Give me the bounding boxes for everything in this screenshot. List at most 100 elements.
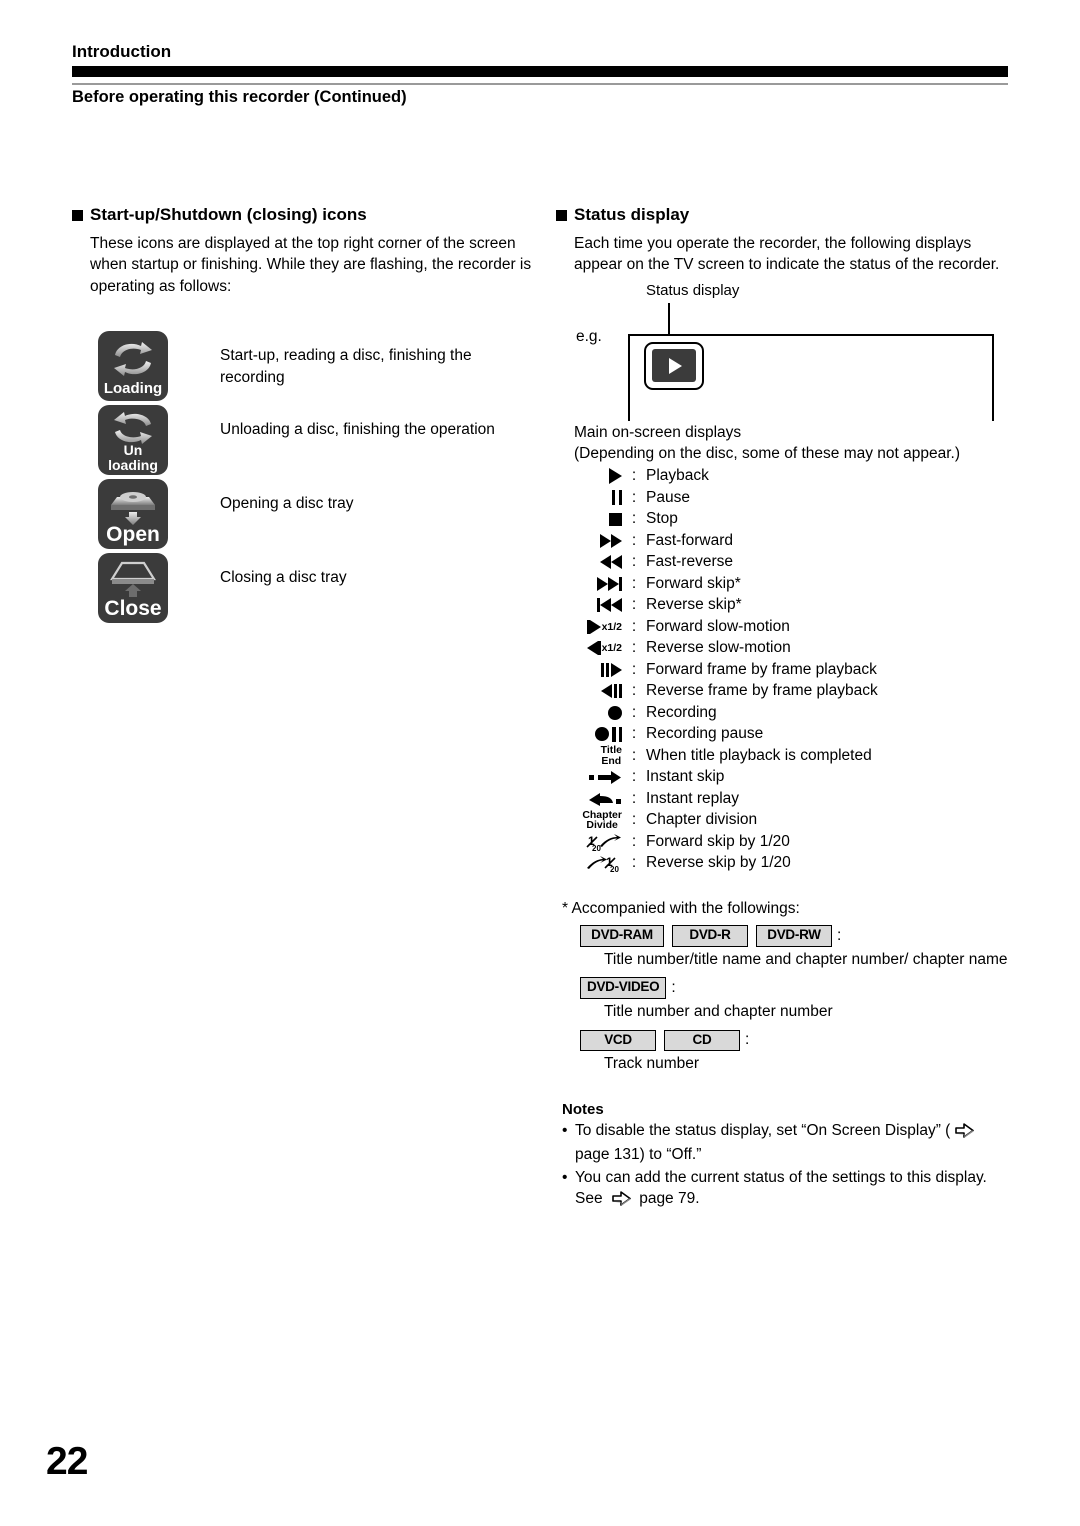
symbol-label: Reverse slow-motion — [646, 639, 791, 657]
note-text: To disable the status display, set “On S… — [575, 1120, 1008, 1166]
colon: : — [631, 682, 637, 700]
note-text-before: To disable the status display, set “On S… — [575, 1121, 951, 1139]
disc-badge-description: Track number — [604, 1055, 700, 1073]
forward-skip-twentieth-icon: 1 20 — [556, 831, 628, 853]
record-pause-icon — [556, 724, 628, 746]
list-item: : Forward skip* — [556, 573, 1008, 595]
list-item: Chapter Divide : Chapter division — [556, 810, 1008, 832]
icon-cell: Loading — [98, 331, 172, 402]
disc-badge-row: DVD-RAM DVD-R DVD-RW : — [556, 925, 1008, 947]
symbol-label: Fast-forward — [646, 531, 733, 549]
bullet-square-icon — [556, 209, 567, 221]
disc-badge-dvd-video: DVD-VIDEO — [580, 977, 667, 1000]
note-item: • To disable the status display, set “On… — [562, 1120, 1008, 1166]
unloading-arrows-icon: Un loading — [98, 405, 168, 476]
colon: : — [631, 596, 637, 614]
fast-forward-icon — [556, 530, 628, 552]
instant-replay-icon — [556, 788, 628, 810]
colon: : — [631, 531, 637, 549]
colon: : — [631, 789, 637, 807]
list-intro-line2: (Depending on the disc, some of these ma… — [574, 445, 961, 463]
header-black-bar — [72, 66, 1008, 77]
list-item: x1/2 : Reverse slow-motion — [556, 638, 1008, 660]
colon: : — [631, 854, 637, 872]
left-intro-text: These icons are displayed at the top rig… — [90, 235, 532, 295]
icon-description: Opening a disc tray — [220, 495, 354, 513]
disc-badge-dvd-rw: DVD-RW — [756, 925, 832, 947]
icon-label-line1: Un — [123, 442, 143, 459]
symbol-label: Reverse skip by 1/20 — [646, 854, 791, 872]
chapter-divide-line2: Divide — [586, 819, 618, 832]
colon: : — [631, 467, 637, 485]
startup-icon-list: Loading Start-up, reading a disc, finish… — [72, 331, 532, 624]
note-text: You can add the current status of the se… — [575, 1167, 1008, 1213]
list-item: x1/2 : Forward slow-motion — [556, 616, 1008, 638]
slow-motion-rate: x1/2 — [601, 620, 622, 633]
list-item: : Instant replay — [556, 788, 1008, 810]
list-item: : Fast-reverse — [556, 552, 1008, 574]
right-intro-text: Each time you operate the recorder, the … — [574, 235, 1000, 274]
colon: : — [631, 574, 637, 592]
svg-text:20: 20 — [610, 865, 619, 873]
record-icon — [556, 702, 628, 724]
colon: : — [631, 746, 637, 764]
symbol-label: Forward slow-motion — [646, 617, 790, 635]
list-item: Un loading Unloading a disc, finishing t… — [98, 405, 532, 476]
disc-badge-row: VCD CD : — [556, 1029, 1008, 1052]
pause-icon — [556, 487, 628, 509]
right-heading-text: Status display — [574, 205, 690, 224]
svg-text:20: 20 — [592, 844, 601, 852]
symbol-label: Recording pause — [646, 725, 764, 743]
fast-reverse-icon — [556, 552, 628, 574]
colon: : — [631, 768, 637, 786]
icon-description: Unloading a disc, finishing the operatio… — [220, 421, 495, 439]
colon: : — [671, 979, 676, 997]
onscreen-symbol-list: : Playback : Pause : Stop : Fast-forward — [556, 466, 1008, 875]
symbol-label: Chapter division — [646, 811, 758, 829]
right-column: Status display Each time you operate the… — [556, 205, 1008, 1213]
reverse-skip-icon — [556, 595, 628, 617]
page-number: 22 — [46, 1440, 88, 1483]
disc-badge-dvd-r: DVD-R — [672, 925, 748, 947]
colon: : — [745, 1031, 750, 1049]
icon-label-line2: loading — [108, 457, 158, 474]
play-icon — [556, 466, 628, 488]
symbol-label: Forward skip by 1/20 — [646, 832, 790, 850]
footnote-text: * Accompanied with the followings: — [562, 900, 800, 917]
symbol-label: Pause — [646, 488, 690, 506]
instant-skip-icon — [556, 767, 628, 789]
symbol-label: Forward skip* — [646, 574, 741, 592]
chapter-divide-icon: Chapter Divide — [556, 810, 628, 832]
colon: : — [631, 660, 637, 678]
icon-description: Start-up, reading a disc, finishing the … — [220, 347, 472, 386]
page-title: Before operating this recorder (Continue… — [72, 88, 407, 106]
note-item: • You can add the current status of the … — [562, 1167, 1008, 1213]
list-item: : Reverse frame by frame playback — [556, 681, 1008, 703]
colon: : — [631, 488, 637, 506]
status-chip — [644, 341, 704, 390]
reverse-frame-step-icon — [556, 681, 628, 703]
list-item: Close Closing a disc tray — [98, 553, 532, 624]
colon: : — [631, 811, 637, 829]
symbol-label: Playback — [646, 467, 709, 485]
list-item: 1 20 : Reverse skip by 1/20 — [556, 853, 1008, 875]
icon-label: Open — [106, 523, 160, 547]
forward-frame-step-icon — [556, 659, 628, 681]
list-intro-line1: Main on-screen displays — [574, 423, 742, 441]
list-item: Open Opening a disc tray — [98, 479, 532, 550]
list-item: Loading Start-up, reading a disc, finish… — [98, 331, 532, 402]
colon: : — [631, 639, 637, 657]
disc-badge-description: Title number and chapter number — [604, 1003, 833, 1021]
list-item: : Recording — [556, 702, 1008, 724]
colon: : — [631, 617, 637, 635]
symbol-label: Instant skip — [646, 768, 725, 786]
left-heading-text: Start-up/Shutdown (closing) icons — [90, 205, 367, 224]
header-section-label: Introduction — [72, 42, 172, 61]
notes-title: Notes — [562, 1100, 604, 1118]
right-section-heading: Status display — [556, 205, 1008, 225]
title-end-icon: Title End — [556, 745, 628, 767]
play-icon — [652, 349, 696, 383]
icon-cell: Close — [98, 553, 172, 624]
left-section-heading: Start-up/Shutdown (closing) icons — [72, 205, 532, 225]
symbol-label: Fast-reverse — [646, 553, 733, 571]
